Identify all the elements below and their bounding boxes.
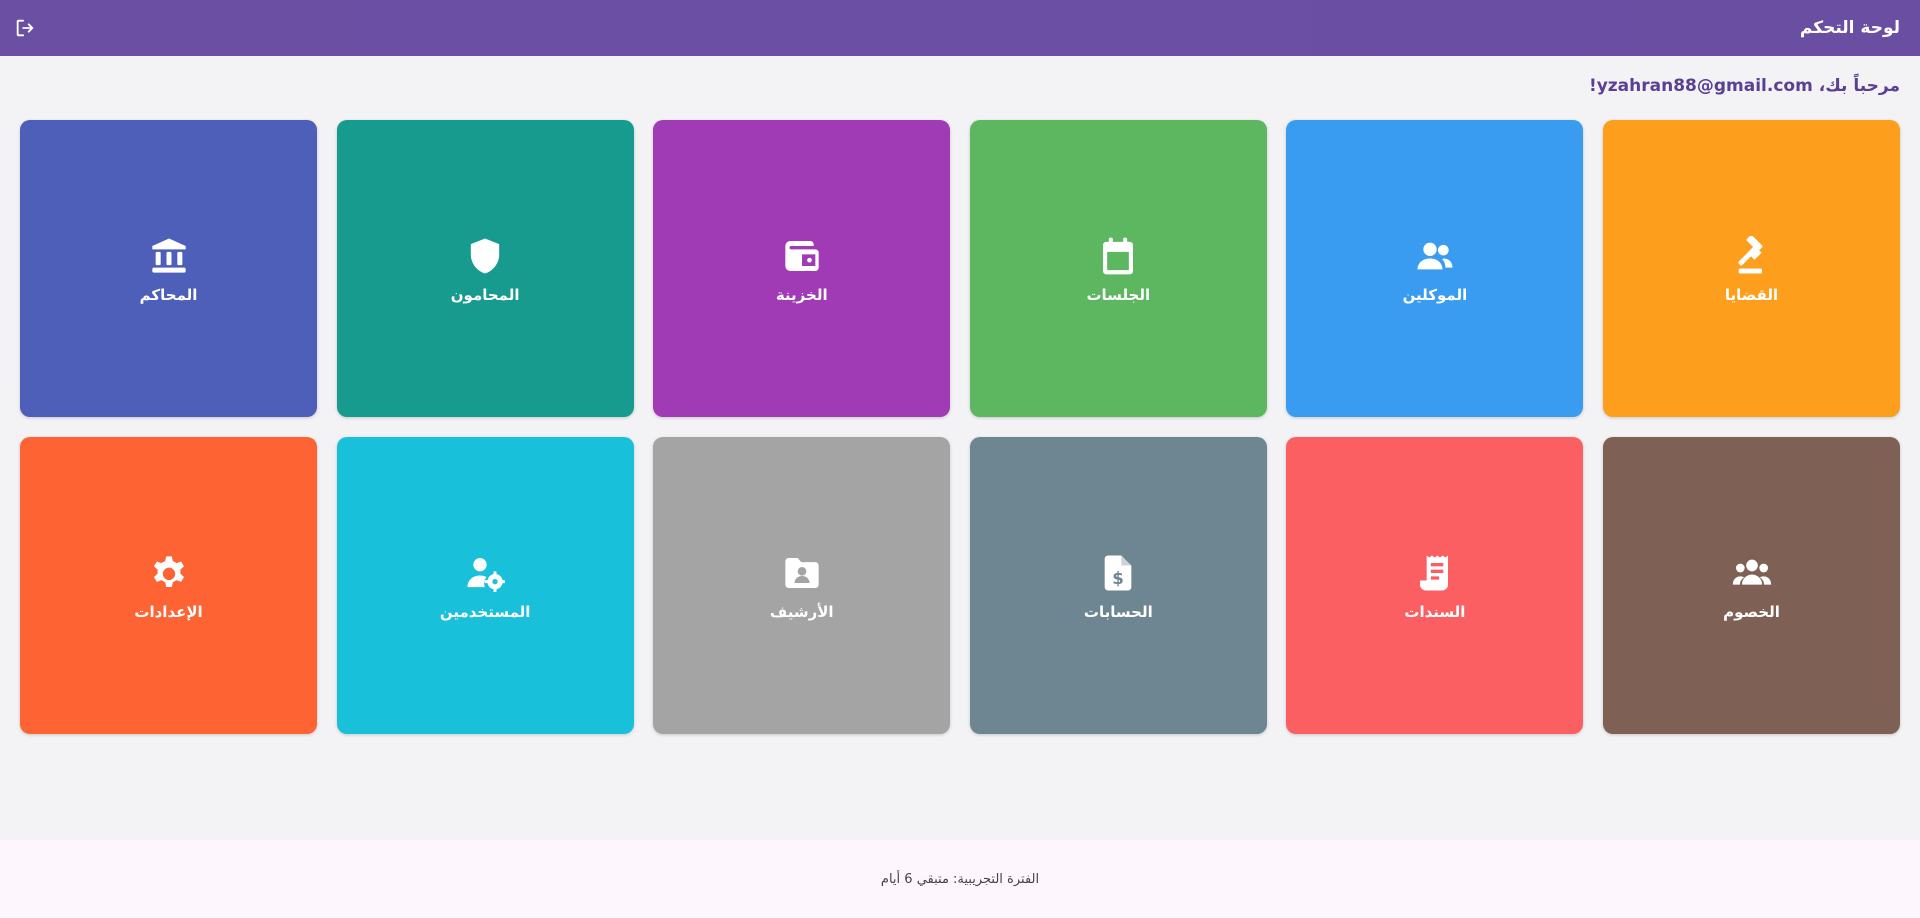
- tile-opponents[interactable]: الخصوم: [1603, 437, 1900, 734]
- tile-clients[interactable]: الموكلين: [1286, 120, 1584, 417]
- tile-label: المحامون: [450, 285, 520, 304]
- dashboard-grid: القضايا الموكلين الجلسات الخزينة المحامو…: [20, 120, 1900, 734]
- tile-archive[interactable]: الأرشيف: [653, 437, 951, 734]
- wallet-icon: [780, 234, 824, 278]
- tile-label: القضايا: [1724, 285, 1779, 304]
- tile-courts[interactable]: المحاكم: [20, 120, 318, 417]
- tile-lawyers[interactable]: المحامون: [336, 120, 634, 417]
- tile-label: الخصوم: [1723, 602, 1780, 621]
- tile-label: الخزينة: [775, 285, 828, 304]
- courthouse-icon: [147, 234, 191, 278]
- tile-vouchers[interactable]: السندات: [1286, 437, 1584, 734]
- folder-user-icon: [780, 551, 824, 595]
- tile-users[interactable]: المستخدمين: [336, 437, 634, 734]
- welcome-message: مرحباً بك، yzahran88@gmail.com!: [1588, 76, 1900, 96]
- tile-cases[interactable]: القضايا: [1603, 120, 1900, 417]
- gavel-icon: [1730, 234, 1774, 278]
- top-bar: لوحة التحكم: [0, 0, 1920, 56]
- tile-label: الحسابات: [1083, 602, 1153, 621]
- invoice-dollar-icon: $: [1096, 551, 1140, 595]
- tile-treasury[interactable]: الخزينة: [653, 120, 951, 417]
- receipt-icon: [1413, 551, 1457, 595]
- gear-icon: [147, 551, 191, 595]
- tile-label: الأرشيف: [769, 602, 834, 621]
- tile-settings[interactable]: الإعدادات: [20, 437, 318, 734]
- tile-label: المحاكم: [139, 285, 198, 304]
- tile-accounts[interactable]: $ الحسابات: [969, 437, 1267, 734]
- user-gear-icon: [463, 551, 507, 595]
- group-icon: [1730, 551, 1774, 595]
- page-title: لوحة التحكم: [1799, 18, 1900, 38]
- tile-sessions[interactable]: الجلسات: [969, 120, 1267, 417]
- tile-label: الإعدادات: [134, 602, 203, 621]
- svg-text:$: $: [1113, 568, 1125, 587]
- footer: الفترة التجريبية: متبقي 6 أيام: [0, 840, 1920, 918]
- shield-icon: [463, 234, 507, 278]
- logout-icon: [16, 19, 34, 37]
- tile-label: الجلسات: [1086, 285, 1151, 304]
- tile-label: المستخدمين: [439, 602, 531, 621]
- calendar-icon: [1096, 234, 1140, 278]
- tile-label: السندات: [1404, 602, 1466, 621]
- tile-label: الموكلين: [1402, 285, 1468, 304]
- trial-status-text: الفترة التجريبية: متبقي 6 أيام: [880, 871, 1040, 887]
- logout-button[interactable]: [10, 13, 40, 43]
- users-icon: [1413, 234, 1457, 278]
